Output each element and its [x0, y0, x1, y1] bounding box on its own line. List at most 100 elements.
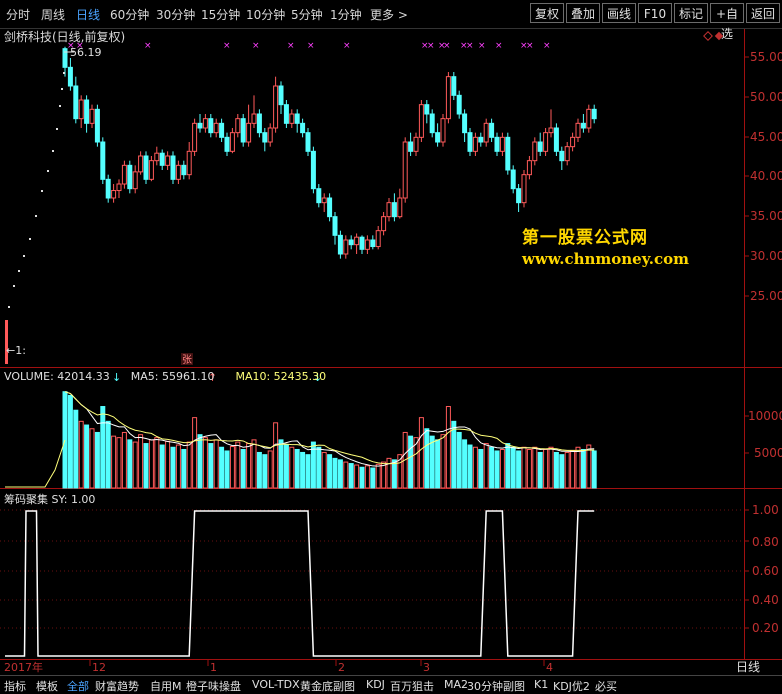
candle-body: [418, 104, 424, 138]
volume-bar: [62, 391, 68, 489]
candle-body: [132, 171, 138, 190]
volume-bar: [100, 406, 106, 489]
bottom-tab-kdj[interactable]: KDJ: [366, 678, 385, 691]
price-tick: 55.00: [750, 50, 782, 64]
volume-bar: [267, 450, 273, 489]
volume-bar: [575, 446, 581, 489]
volume-bar: [359, 466, 365, 489]
bottom-tab-custom[interactable]: 自用M: [150, 678, 182, 694]
bottom-tab-30min-sub[interactable]: 30分钟副图: [467, 678, 525, 694]
candle-body: [321, 197, 327, 204]
candle-body: [343, 239, 349, 255]
candle-body: [548, 127, 554, 134]
bottom-tab-kdj2[interactable]: KDJ优2: [553, 678, 590, 694]
ma5-value: MA5: 55961.10: [130, 370, 215, 383]
bottom-tab-indicator[interactable]: 指标: [4, 678, 26, 694]
candle-body: [472, 136, 478, 152]
candle-body: [364, 239, 370, 250]
candle-body: [467, 132, 473, 152]
volume-bar: [478, 448, 484, 489]
volume-bar: [537, 451, 543, 489]
volume-bar: [300, 451, 306, 489]
volume-bar: [289, 446, 295, 489]
candle-body: [246, 122, 252, 143]
bottom-tab-million-sniper[interactable]: 百万狙击: [390, 678, 434, 694]
bottom-tab-must-buy[interactable]: 必买: [595, 678, 617, 694]
volume-bar: [170, 446, 176, 489]
candle-body: [121, 164, 127, 185]
volume-bar: [586, 444, 592, 489]
candle-body: [67, 66, 73, 87]
volume-bar: [483, 443, 489, 489]
bottom-tab-wealth-trend[interactable]: 财富趋势: [95, 678, 139, 694]
volume-bar: [343, 461, 349, 489]
sy-line: [5, 510, 595, 657]
volume-header: VOLUME: 42014.33 MA5: 55961.10 MA10: 524…: [4, 370, 326, 383]
volume-bar: [489, 446, 495, 489]
candle-body: [289, 113, 295, 124]
volume-tick: 10000: [748, 409, 782, 423]
candle-body: [327, 197, 333, 218]
price-tick: 25.00: [750, 289, 782, 303]
sy-axis: 1.00 0.80 0.60 0.40 0.20: [752, 503, 779, 635]
price-tick: 30.00: [750, 249, 782, 263]
watermark-url: www.chnmoney.com: [522, 250, 689, 268]
signal-x-mark: ×: [223, 41, 231, 51]
candlestick-series: [62, 46, 597, 259]
candle-body: [348, 239, 354, 246]
bottom-tab-template[interactable]: 模板: [36, 678, 58, 694]
candle-body: [478, 136, 484, 143]
candle-body: [526, 160, 532, 176]
signal-x-mark: ×: [427, 41, 435, 51]
candle-body: [224, 136, 230, 152]
candle-body: [386, 202, 392, 218]
price-tick: 45.00: [750, 130, 782, 144]
signal-x-mark: ×: [495, 41, 503, 51]
candle-body: [105, 178, 111, 199]
volume-bar: [327, 454, 333, 489]
candle-body: [408, 141, 414, 152]
stock-chart[interactable]: × × × × × × × × ×× ×× ×× × × ×× × 55.00 50.00 45.00 40…: [0, 0, 782, 693]
sy-tick: 0.20: [752, 621, 779, 635]
volume-bar: [494, 450, 500, 489]
candle-body: [100, 141, 106, 180]
indicator-tabbar: 指标 模板 全部 财富趋势 自用M 橙子味操盘 VOL-TDX 黄金底副图 KD…: [0, 675, 782, 694]
ma10-value: MA10: 52435.30: [235, 370, 327, 383]
candle-body: [564, 146, 570, 162]
diamond-filled-icon[interactable]: [714, 31, 724, 41]
bottom-tab-k1[interactable]: K1: [534, 678, 548, 691]
candle-body: [213, 122, 219, 134]
volume-bar: [240, 448, 246, 489]
volume-bar: [456, 431, 462, 489]
bottom-tab-all[interactable]: 全部: [67, 678, 89, 694]
bottom-tab-orange[interactable]: 橙子味操盘: [186, 678, 241, 694]
candle-body: [175, 164, 181, 180]
volume-bar: [321, 451, 327, 489]
pre-listing-dot: [47, 170, 49, 172]
volume-bar: [283, 444, 289, 489]
price-tick: 35.00: [750, 209, 782, 223]
signal-x-mark: ×: [287, 41, 295, 51]
candle-body: [559, 150, 565, 162]
volume-bar: [424, 428, 430, 489]
candle-body: [267, 127, 273, 143]
volume-bar: [337, 459, 343, 489]
candle-body: [375, 230, 381, 248]
candle-body: [381, 216, 387, 232]
pre-listing-dot: [56, 128, 58, 130]
bottom-tab-gold-bottom[interactable]: 黄金底副图: [300, 678, 355, 694]
candle-body: [143, 155, 149, 180]
candle-body: [159, 152, 165, 166]
bottom-tab-ma2[interactable]: MA2: [444, 678, 468, 691]
candle-body: [397, 197, 403, 218]
date-axis: 2017年 12 1 2 3 4: [4, 660, 553, 674]
bottom-tab-vol-tdx[interactable]: VOL-TDX: [252, 678, 300, 691]
volume-bar: [186, 441, 192, 489]
volume-bar: [370, 467, 376, 489]
pre-listing-dot: [18, 270, 20, 272]
sy-header: 筹码聚集 SY: 1.00: [4, 493, 96, 506]
volume-bar: [348, 463, 354, 489]
volume-bar: [127, 439, 133, 489]
diamond-icon[interactable]: [703, 31, 713, 41]
volume-bar: [332, 457, 338, 489]
